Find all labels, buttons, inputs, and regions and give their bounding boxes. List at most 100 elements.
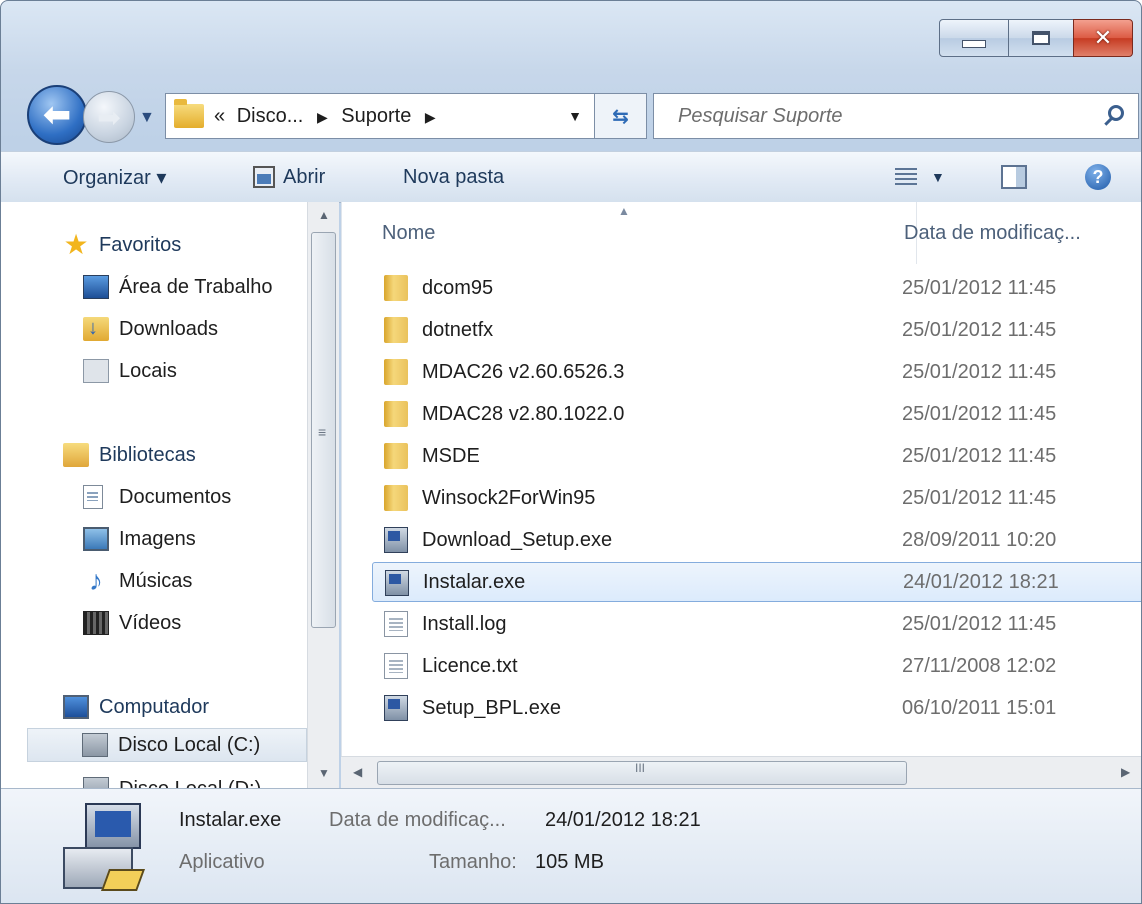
- videos-icon: [83, 611, 109, 635]
- file-row[interactable]: MSDE 25/01/2012 11:45: [372, 436, 1141, 476]
- file-name: Licence.txt: [422, 654, 518, 677]
- file-name: Download_Setup.exe: [422, 528, 613, 551]
- file-name: Install.log: [422, 612, 507, 635]
- folder-icon: [384, 359, 408, 385]
- file-row[interactable]: Setup_BPL.exe 06/10/2011 15:01: [372, 688, 1141, 728]
- close-button[interactable]: ✕: [1073, 19, 1133, 57]
- computer-icon: [63, 695, 89, 719]
- file-name: MDAC26 v2.60.6526.3: [422, 360, 625, 383]
- column-header-name[interactable]: Nome: [382, 202, 435, 264]
- file-list: Nome ▲ Data de modificaç... dcom95 25/01…: [341, 202, 1141, 756]
- command-bar: Organizar ▾ Abrir Nova pasta ▼ ?: [1, 151, 1141, 203]
- refresh-button[interactable]: ⇆: [595, 93, 647, 139]
- sidebar-item-musicas[interactable]: ♪ Músicas: [83, 564, 192, 598]
- file-name: Setup_BPL.exe: [422, 696, 561, 719]
- music-icon: ♪: [89, 565, 103, 596]
- details-pane: Instalar.exe Aplicativo Data de modifica…: [1, 788, 1141, 903]
- breadcrumb-overflow[interactable]: «: [214, 105, 225, 127]
- file-row[interactable]: Download_Setup.exe 28/09/2011 10:20: [372, 520, 1141, 560]
- address-dropdown-icon[interactable]: ▼: [568, 108, 582, 124]
- scroll-left-icon[interactable]: ◀: [353, 765, 362, 779]
- sidebar-item-area-de-trabalho[interactable]: Área de Trabalho: [83, 270, 272, 304]
- minimize-icon: [962, 40, 986, 48]
- scroll-down-icon[interactable]: ▼: [318, 766, 330, 780]
- disk-shape: [100, 869, 146, 891]
- sidebar-item-label: Locais: [119, 359, 177, 382]
- folder-icon: [384, 485, 408, 511]
- file-row[interactable]: dotnetfx 25/01/2012 11:45: [372, 310, 1141, 350]
- maximize-button[interactable]: [1008, 19, 1074, 57]
- file-row[interactable]: Licence.txt 27/11/2008 12:02: [372, 646, 1141, 686]
- sidebar-item-computador[interactable]: Computador: [63, 690, 209, 724]
- details-file-name: Instalar.exe: [179, 809, 282, 831]
- chevron-down-icon: ▼: [931, 169, 945, 185]
- breadcrumb-item-disco[interactable]: Disco...: [237, 105, 304, 127]
- new-folder-button[interactable]: Nova pasta: [403, 166, 504, 189]
- file-row[interactable]: Install.log 25/01/2012 11:45: [372, 604, 1141, 644]
- sidebar-item-imagens[interactable]: Imagens: [83, 522, 196, 556]
- breadcrumb-arrow-icon[interactable]: ▶: [317, 109, 328, 125]
- breadcrumb-arrow-icon[interactable]: ▶: [425, 109, 436, 125]
- file-row[interactable]: MDAC28 v2.80.1022.0 25/01/2012 11:45: [372, 394, 1141, 434]
- file-date: 06/10/2011 15:01: [902, 696, 1057, 719]
- sidebar-scrollbar[interactable]: ▲ ≡ ▼: [307, 202, 339, 788]
- recent-places-icon: [83, 359, 109, 383]
- sidebar-item-favoritos[interactable]: ★ Favoritos: [63, 228, 181, 262]
- folder-icon: [384, 317, 408, 343]
- file-date: 25/01/2012 11:45: [902, 318, 1057, 341]
- open-button[interactable]: Abrir: [253, 166, 325, 189]
- back-button[interactable]: ⬅: [27, 85, 87, 145]
- help-button[interactable]: ?: [1085, 164, 1111, 190]
- view-icon: [895, 168, 917, 186]
- libraries-icon: [63, 443, 89, 467]
- change-view-button[interactable]: ▼: [895, 168, 945, 186]
- search-input[interactable]: [676, 103, 1080, 129]
- preview-pane-button[interactable]: [1001, 165, 1027, 189]
- recent-pages-dropdown[interactable]: ▼: [139, 109, 157, 126]
- arrow-left-icon: ⬅: [42, 96, 72, 134]
- file-row[interactable]: dcom95 25/01/2012 11:45: [372, 268, 1141, 308]
- star-icon: ★: [63, 229, 89, 260]
- search-box: [653, 93, 1139, 139]
- breadcrumb-item-suporte[interactable]: Suporte: [341, 105, 411, 127]
- minimize-button[interactable]: [939, 19, 1009, 57]
- sidebar-item-disco-d[interactable]: Disco Local (D:): [83, 772, 261, 788]
- scroll-right-icon[interactable]: ▶: [1121, 765, 1130, 779]
- open-label: Abrir: [283, 165, 326, 188]
- details-file-type: Aplicativo: [179, 851, 265, 873]
- organize-label: Organizar ▾: [63, 166, 167, 189]
- sidebar-item-label: Bibliotecas: [99, 443, 196, 466]
- folder-icon: [384, 443, 408, 469]
- scroll-up-icon[interactable]: ▲: [318, 208, 330, 222]
- column-header-date[interactable]: Data de modificaç...: [904, 202, 1081, 264]
- organize-button[interactable]: Organizar ▾: [63, 165, 166, 190]
- sidebar-item-locais[interactable]: Locais: [83, 354, 177, 388]
- file-name: MSDE: [422, 444, 480, 467]
- open-icon: [253, 166, 275, 188]
- forward-button[interactable]: ➡: [83, 91, 135, 143]
- file-row[interactable]: Winsock2ForWin95 25/01/2012 11:45: [372, 478, 1141, 518]
- sidebar-item-downloads[interactable]: Downloads: [83, 312, 218, 346]
- chevron-down-icon: ▼: [139, 109, 155, 126]
- sidebar-item-label: Favoritos: [99, 233, 182, 256]
- sort-ascending-icon: ▲: [618, 204, 630, 218]
- sidebar-item-videos[interactable]: Vídeos: [83, 606, 181, 640]
- sidebar-item-label: Disco Local (C:): [118, 733, 261, 756]
- sidebar-item-bibliotecas[interactable]: Bibliotecas: [63, 438, 196, 472]
- file-row-selected[interactable]: Instalar.exe 24/01/2012 18:21: [372, 562, 1141, 602]
- close-icon: ✕: [1093, 25, 1113, 51]
- exe-icon: [385, 570, 409, 596]
- horizontal-scrollbar[interactable]: ◀ III ▶: [341, 756, 1141, 789]
- address-bar[interactable]: « Disco... ▶ Suporte ▶ ▼: [165, 93, 595, 139]
- folder-icon: [174, 99, 204, 128]
- details-modified-value: 24/01/2012 18:21: [545, 809, 701, 831]
- file-row[interactable]: MDAC26 v2.60.6526.3 25/01/2012 11:45: [372, 352, 1141, 392]
- downloads-icon: [83, 317, 109, 341]
- sidebar-item-documentos[interactable]: Documentos: [83, 480, 231, 514]
- file-date: 25/01/2012 11:45: [902, 276, 1057, 299]
- sidebar-item-disco-c[interactable]: Disco Local (C:): [27, 728, 307, 762]
- explorer-window: ✕ ⬅ ➡ ▼ « Disco... ▶ Suporte ▶ ▼ ⇆ Organ…: [0, 0, 1142, 904]
- documents-icon: [83, 485, 103, 509]
- refresh-icon: ⇆: [612, 105, 629, 128]
- search-icon[interactable]: [1108, 105, 1124, 121]
